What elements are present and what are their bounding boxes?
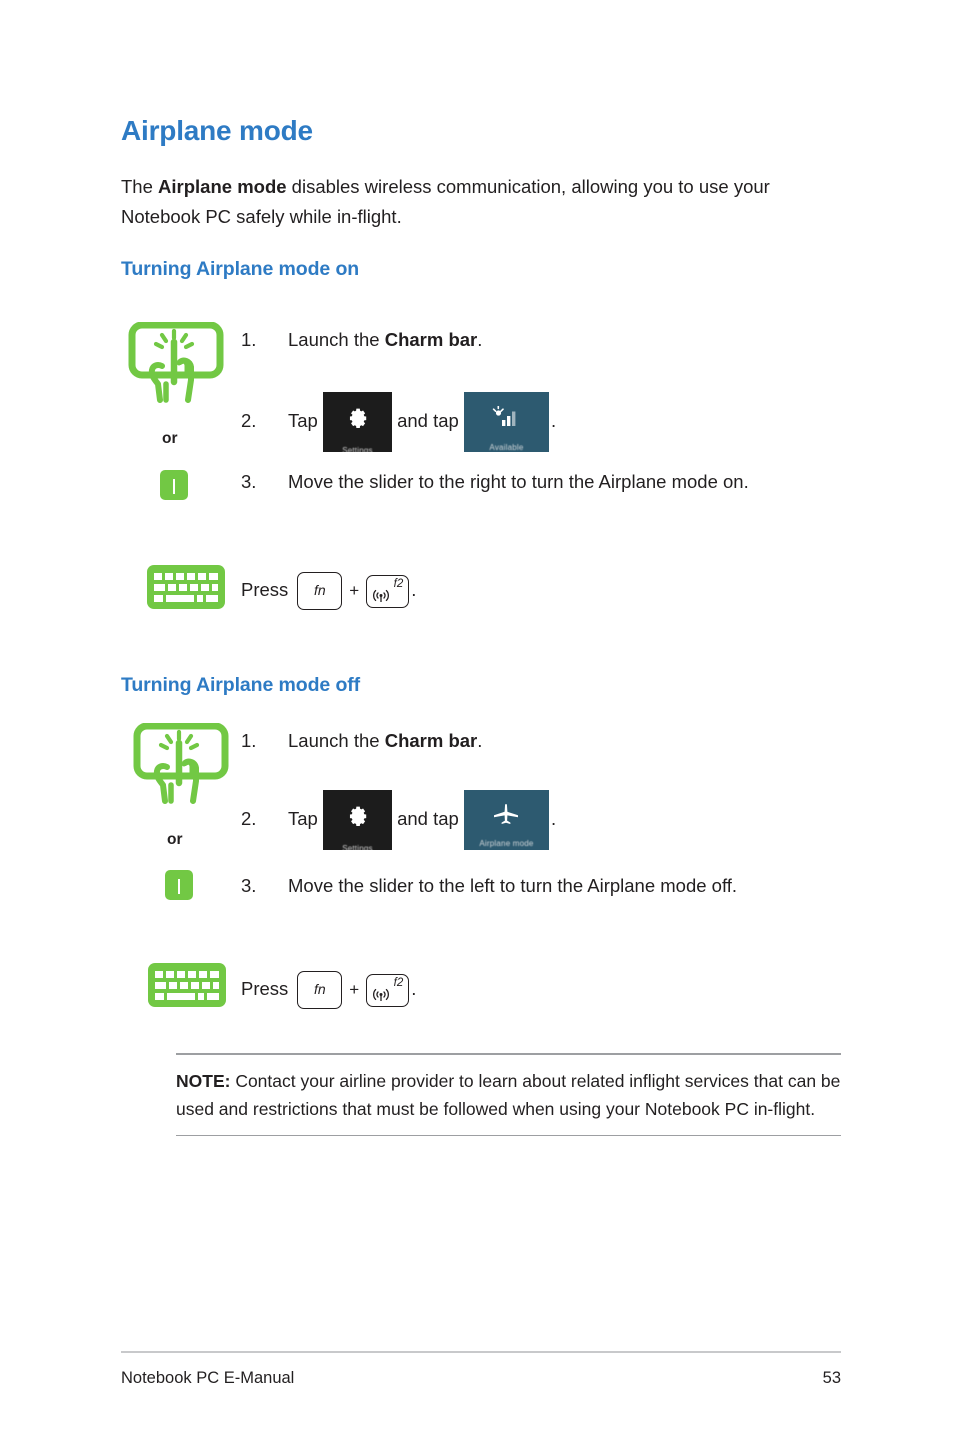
f2-key-label: f2 xyxy=(393,976,404,989)
step-item: 1. Launch the Charm bar. xyxy=(241,725,482,756)
step-number: 2. xyxy=(241,807,257,829)
fn-key-label: fn xyxy=(313,582,326,598)
section-heading-turning-on: Turning Airplane mode on xyxy=(121,258,360,280)
step-number: 3. xyxy=(241,471,257,492)
period: . xyxy=(411,578,417,600)
step-text: Launch the xyxy=(288,730,385,751)
step-text: Tap xyxy=(288,409,323,431)
step-number: 1. xyxy=(241,730,257,751)
step-text-mid: and tap xyxy=(391,807,464,829)
fn-key-label: fn xyxy=(313,981,326,997)
fn-key[interactable]: fn xyxy=(297,971,343,1009)
intro-paragraph: The Airplane mode disables wireless comm… xyxy=(121,172,841,232)
wifi-available-tile[interactable]: Available xyxy=(463,392,549,452)
f2-key-label: f2 xyxy=(393,577,404,590)
press-label: Press xyxy=(241,578,289,600)
manual-page: Airplane mode The Airplane mode disables… xyxy=(0,0,954,1438)
page-number: 53 xyxy=(822,1369,841,1387)
footer-title: Notebook PC E-Manual xyxy=(121,1369,295,1387)
step-text: Tap xyxy=(288,807,323,829)
note-box: NOTE: Contact your airline provider to l… xyxy=(176,1053,841,1137)
step-text-end: . xyxy=(550,409,557,431)
wireless-antenna-icon xyxy=(371,986,391,1004)
touchscreen-tap-icon xyxy=(128,321,224,409)
step-text-end: . xyxy=(550,807,557,829)
footer-divider xyxy=(121,1351,841,1353)
step-text-mid: and tap xyxy=(391,409,464,431)
plus-sign: + xyxy=(349,979,360,999)
step-item: 1. Launch the Charm bar. xyxy=(241,324,482,355)
step-item: 3. Move the slider to the right to turn t… xyxy=(241,466,801,497)
or-label-section-off: or xyxy=(167,831,183,848)
note-label: NOTE: xyxy=(176,1070,231,1091)
settings-tile-label: Settings xyxy=(342,446,373,452)
settings-tile[interactable]: Settings xyxy=(322,790,392,850)
airplane-tile-label: Airplane mode xyxy=(479,839,534,848)
wireless-antenna-icon xyxy=(371,587,391,605)
step-number: 3. xyxy=(241,875,257,896)
airplane-icon xyxy=(464,803,549,825)
touchpad-icon xyxy=(160,470,188,500)
wifi-icon xyxy=(464,406,549,428)
step-item: 2. Tap Settings and tap Available . xyxy=(241,392,556,452)
step-text: Move the slider to the right to turn the… xyxy=(288,471,749,492)
gear-icon xyxy=(323,405,392,431)
page-title: Airplane mode xyxy=(121,115,313,146)
fn-key[interactable]: fn xyxy=(297,572,343,610)
step-text: Launch the xyxy=(288,329,385,350)
intro-bold-term: Airplane mode xyxy=(158,176,287,197)
section-heading-turning-off: Turning Airplane mode off xyxy=(121,674,361,696)
f2-key[interactable]: f2 xyxy=(366,973,410,1007)
keyboard-shortcut-row: Press fn + f2 . xyxy=(241,572,416,610)
press-label: Press xyxy=(241,977,289,999)
step-number: 1. xyxy=(241,329,257,350)
touchpad-icon xyxy=(165,870,193,900)
step-number: 2. xyxy=(241,409,257,431)
keyboard-icon xyxy=(147,565,225,614)
intro-prefix: The xyxy=(121,176,159,197)
gear-icon xyxy=(323,803,392,829)
period: . xyxy=(411,977,417,999)
wifi-tile-label: Available xyxy=(489,443,524,452)
step-text-end: . xyxy=(477,329,483,350)
keyboard-shortcut-row: Press fn + f2 . xyxy=(241,971,416,1009)
settings-tile[interactable]: Settings xyxy=(322,392,392,452)
keyboard-icon xyxy=(148,963,226,1012)
step-text-end: . xyxy=(477,730,483,751)
touchscreen-tap-icon xyxy=(133,722,229,810)
step-bold-term: Charm bar xyxy=(384,329,478,350)
plus-sign: + xyxy=(349,580,360,600)
step-item: 2. Tap Settings and tap Airplane mode . xyxy=(241,790,556,850)
note-body: Contact your airline provider to learn a… xyxy=(176,1070,841,1119)
f2-key[interactable]: f2 xyxy=(366,574,410,608)
note-text: NOTE: Contact your airline provider to l… xyxy=(176,1055,841,1123)
settings-tile-label: Settings xyxy=(342,844,373,850)
step-item: 3. Move the slider to the left to turn t… xyxy=(241,870,801,901)
step-text: Move the slider to the left to turn the … xyxy=(288,875,738,896)
step-bold-term: Charm bar xyxy=(384,730,478,751)
airplane-mode-tile[interactable]: Airplane mode xyxy=(463,790,549,850)
note-bottom-rule xyxy=(176,1134,841,1137)
or-label-section-on: or xyxy=(162,430,178,447)
